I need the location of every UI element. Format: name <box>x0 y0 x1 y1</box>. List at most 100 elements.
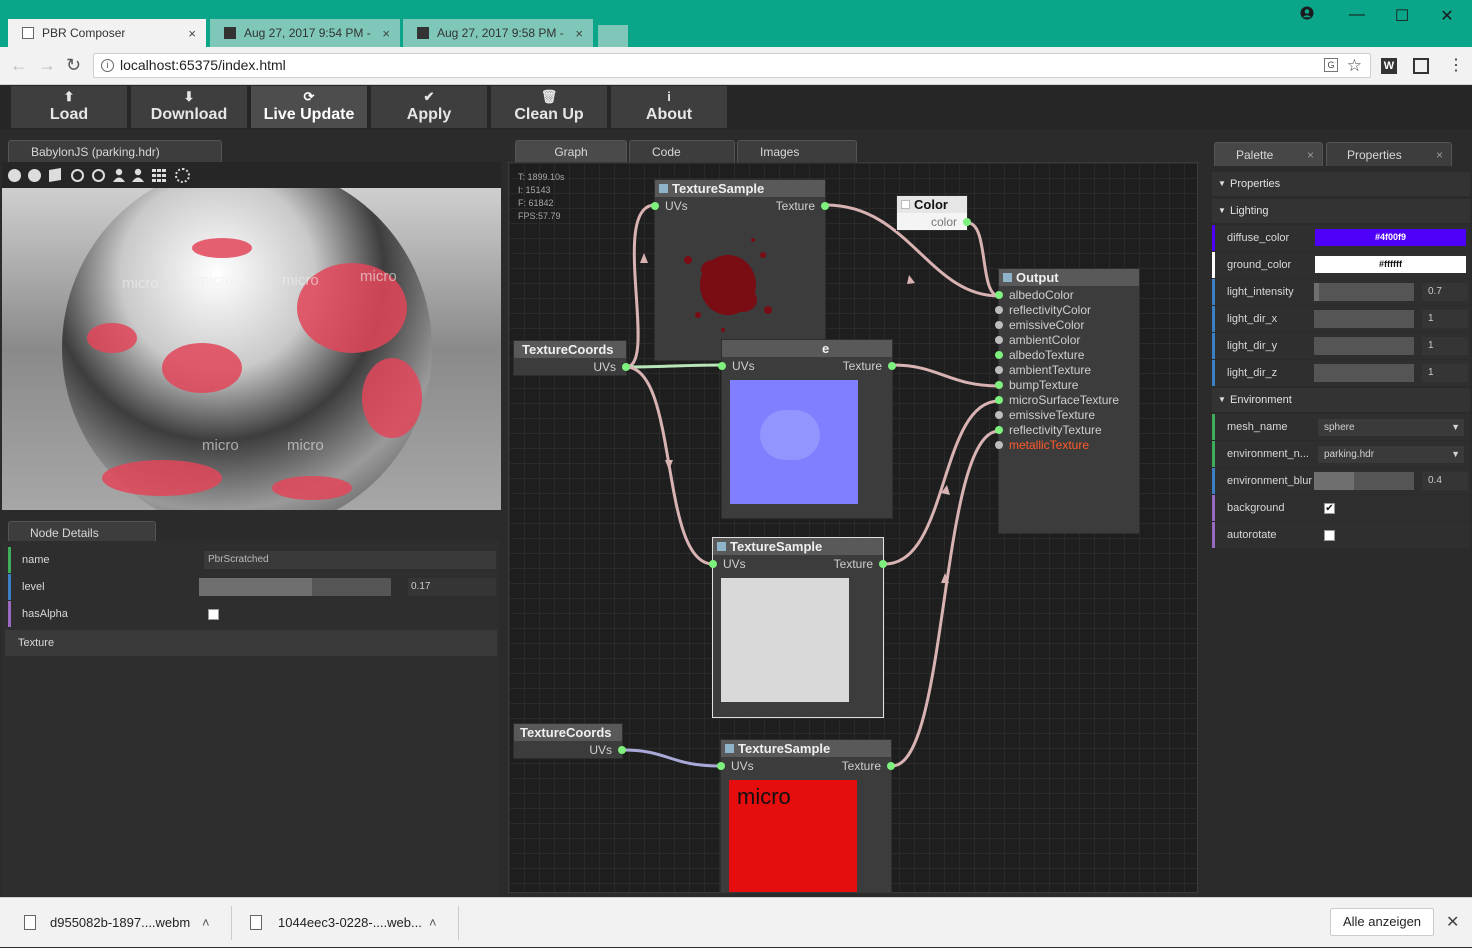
light-dir-y-slider[interactable] <box>1314 337 1414 355</box>
port-dot[interactable] <box>888 362 896 370</box>
node-texturecoords-1[interactable]: TextureCoords UVs <box>513 340 630 376</box>
chevron-up-icon[interactable]: ˄ <box>202 898 210 948</box>
light-intensity-slider[interactable] <box>1314 283 1414 301</box>
sphere-icon[interactable] <box>8 169 21 182</box>
port-dot[interactable] <box>622 363 630 371</box>
close-download-bar-icon[interactable]: ✕ <box>1446 912 1459 932</box>
port-dot[interactable] <box>995 441 1003 449</box>
load-button[interactable]: ⬆ Load <box>11 86 129 128</box>
star-icon[interactable]: ☆ <box>1347 54 1362 77</box>
node-color[interactable]: Color color <box>896 195 971 231</box>
ring-icon[interactable] <box>92 169 105 182</box>
download-item-1[interactable]: d955082b-1897....webm ˄ <box>14 898 228 948</box>
port-dot[interactable] <box>995 411 1003 419</box>
light-dir-x-value[interactable]: 1 <box>1422 310 1468 328</box>
port-dot[interactable] <box>995 321 1003 329</box>
node-texturecoords-2[interactable]: TextureCoords UVs <box>513 723 626 759</box>
live-update-button[interactable]: ⟳ Live Update <box>251 86 369 128</box>
forward-arrow-icon[interactable]: → <box>38 55 56 76</box>
port-dot[interactable] <box>995 396 1003 404</box>
port-dot[interactable] <box>821 202 829 210</box>
about-button[interactable]: i About <box>611 86 729 128</box>
browser-tab-pbr-composer[interactable]: PBR Composer × <box>8 19 206 47</box>
node-texturesample-1[interactable]: TextureSample UVs Texture <box>651 179 829 361</box>
light-intensity-value[interactable]: 0.7 <box>1422 283 1468 301</box>
browser-tab-recording-2[interactable]: Aug 27, 2017 9:58 PM - S × <box>403 19 593 47</box>
environment-name-select[interactable]: parking.hdr ▼ <box>1318 446 1464 463</box>
person-icon[interactable] <box>113 168 125 182</box>
node-output[interactable]: Output albedoColor reflectivityColor emiss… <box>995 268 1140 534</box>
port-dot[interactable] <box>963 218 971 226</box>
close-tab-icon[interactable]: × <box>1307 143 1314 167</box>
viewport-tab[interactable]: BabylonJS (parking.hdr) <box>8 140 222 162</box>
circle-icon[interactable] <box>71 169 84 182</box>
url-input[interactable]: i localhost:65375/index.html G ☆ <box>93 53 1371 78</box>
light-dir-y-value[interactable]: 1 <box>1422 337 1468 355</box>
node-texturesample-4[interactable]: TextureSample UVs Texture micro <box>717 739 895 892</box>
mesh-name-select[interactable]: sphere ▼ <box>1318 419 1464 436</box>
texture-section[interactable]: Texture <box>5 630 497 656</box>
port-dot[interactable] <box>717 762 725 770</box>
extension-w-icon[interactable]: W <box>1381 58 1397 74</box>
light-dir-z-value[interactable]: 1 <box>1422 364 1468 382</box>
reload-icon[interactable]: ↻ <box>66 55 81 76</box>
node-texturesample-3[interactable]: TextureSample UVs Texture <box>709 537 887 718</box>
port-dot[interactable] <box>651 202 659 210</box>
translate-icon[interactable]: G <box>1324 58 1338 72</box>
background-checkbox[interactable]: ✔ <box>1324 503 1335 514</box>
download-button[interactable]: ⬇ Download <box>131 86 249 128</box>
clean-up-button[interactable]: 🗑 Clean Up <box>491 86 609 128</box>
section-properties[interactable]: ▼ Properties <box>1212 172 1470 196</box>
minimize-button[interactable]: — <box>1342 6 1372 24</box>
port-dot[interactable] <box>995 306 1003 314</box>
grid-icon[interactable] <box>152 169 166 182</box>
port-dot[interactable] <box>709 560 717 568</box>
back-arrow-icon[interactable]: ← <box>10 55 28 76</box>
level-value[interactable]: 0.17 <box>408 578 496 596</box>
apply-button[interactable]: ✔ Apply <box>371 86 489 128</box>
maximize-button[interactable]: ☐ <box>1387 6 1417 26</box>
extension-grid-icon[interactable] <box>1413 58 1429 74</box>
menu-dots-icon[interactable]: ⋮ <box>1448 55 1464 75</box>
port-dot[interactable] <box>887 762 895 770</box>
section-environment[interactable]: ▼ Environment <box>1212 388 1470 412</box>
diffuse-color-swatch[interactable]: #4f00f9 <box>1315 229 1466 246</box>
node-graph-canvas[interactable]: T: 1899.10s I: 15143 F: 61842 FPS:57.79 … <box>508 162 1198 893</box>
chevron-up-icon[interactable]: ˄ <box>429 898 437 948</box>
close-tab-icon[interactable]: × <box>1436 143 1443 167</box>
close-tab-icon[interactable]: × <box>575 26 583 41</box>
download-item-2[interactable]: 1044eec3-0228-....web... ˄ <box>242 898 456 948</box>
port-dot[interactable] <box>995 426 1003 434</box>
close-tab-icon[interactable]: × <box>382 26 390 41</box>
show-all-downloads-button[interactable]: Alle anzeigen <box>1330 908 1434 936</box>
node-details-tab[interactable]: Node Details <box>8 521 156 543</box>
tab-palette[interactable]: Palette × <box>1214 142 1323 166</box>
port-dot[interactable] <box>995 336 1003 344</box>
port-dot[interactable] <box>995 381 1003 389</box>
browser-tab-recording-1[interactable]: Aug 27, 2017 9:54 PM - S × <box>210 19 400 47</box>
tab-graph[interactable]: Graph <box>515 140 627 162</box>
close-window-button[interactable]: ✕ <box>1432 6 1462 26</box>
port-dot[interactable] <box>879 560 887 568</box>
port-dot[interactable] <box>618 746 626 754</box>
ground-color-swatch[interactable]: #ffffff <box>1315 256 1466 273</box>
account-icon[interactable] <box>1292 6 1322 25</box>
tab-code[interactable]: Code <box>629 140 735 162</box>
level-slider[interactable] <box>199 578 391 596</box>
node-texturesample-2[interactable]: e UVs Texture <box>718 339 896 519</box>
hasalpha-checkbox[interactable] <box>208 609 219 620</box>
environment-blur-slider[interactable] <box>1314 472 1414 490</box>
new-tab-button[interactable] <box>598 25 628 47</box>
spinner-icon[interactable] <box>175 168 190 183</box>
port-dot[interactable] <box>995 291 1003 299</box>
person-icon-2[interactable] <box>132 168 144 182</box>
cube-icon[interactable] <box>49 167 61 183</box>
tab-images[interactable]: Images <box>737 140 857 162</box>
light-dir-x-slider[interactable] <box>1314 310 1414 328</box>
port-dot[interactable] <box>718 362 726 370</box>
section-lighting[interactable]: ▼ Lighting <box>1212 199 1470 223</box>
close-tab-icon[interactable]: × <box>188 26 196 41</box>
globe-icon[interactable] <box>28 169 41 182</box>
port-dot[interactable] <box>995 351 1003 359</box>
name-input[interactable]: PbrScratched <box>204 551 496 569</box>
